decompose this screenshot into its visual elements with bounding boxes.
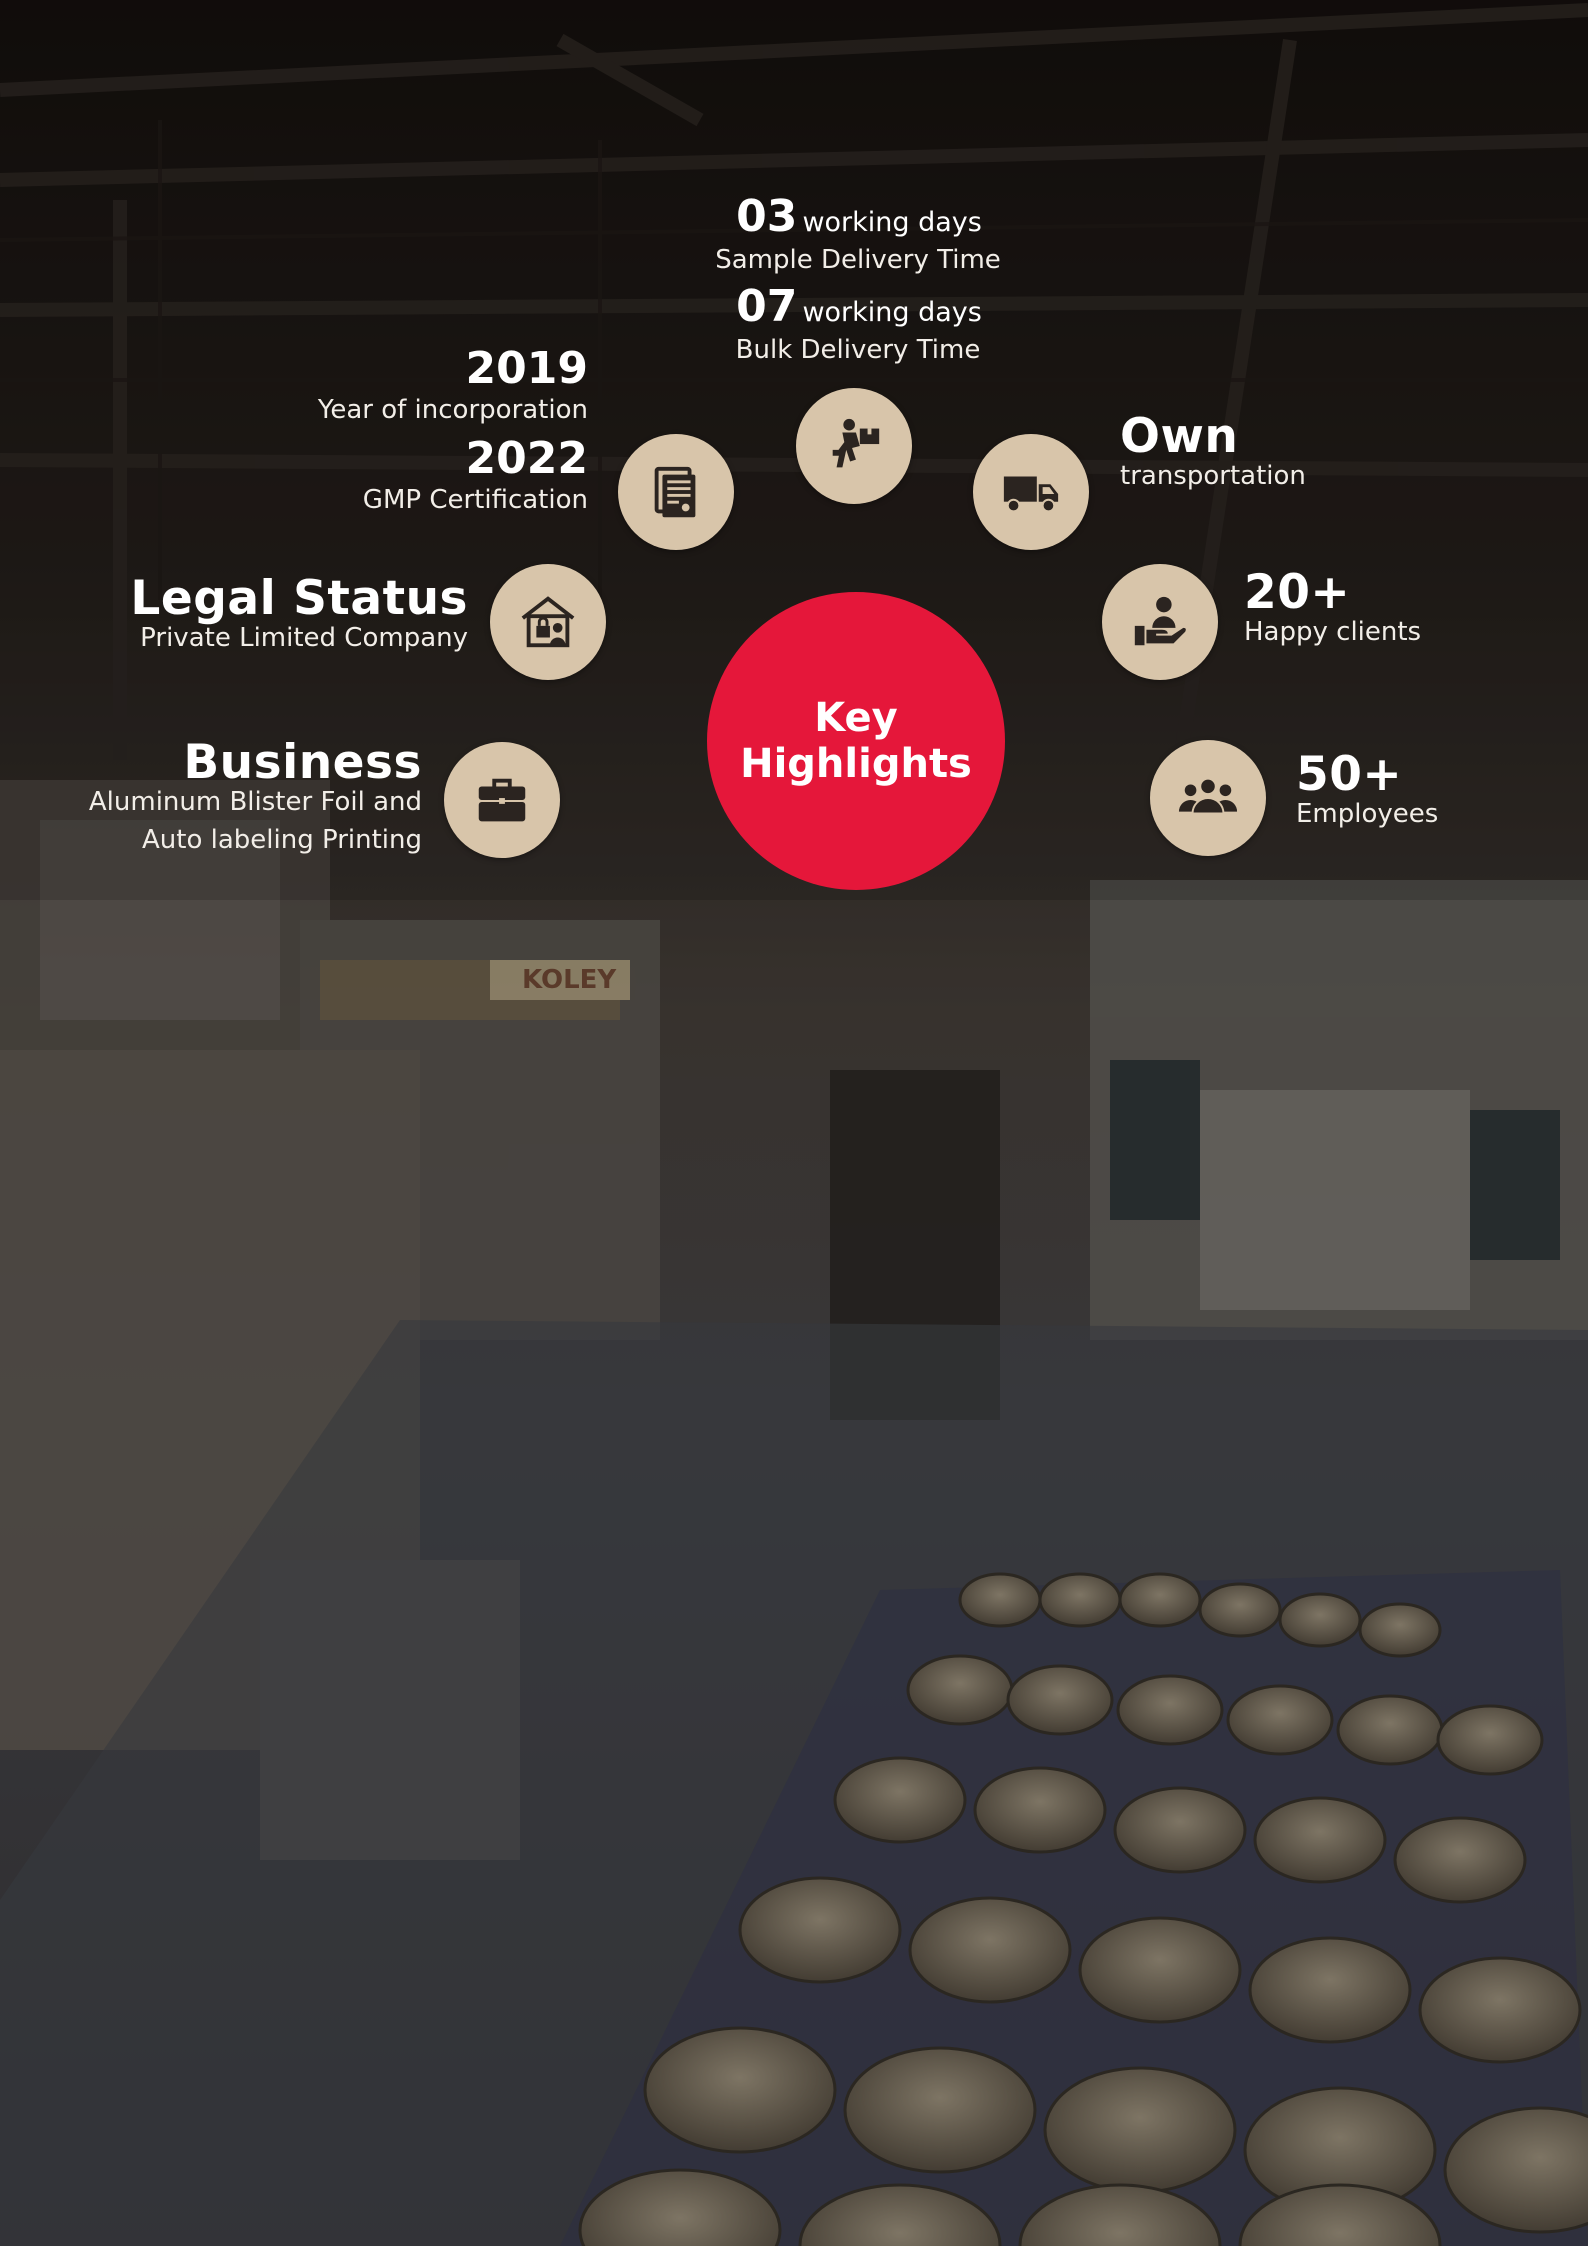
employees-icon	[1150, 740, 1266, 856]
sample-delivery-unit: working days	[802, 207, 982, 238]
truck-icon	[973, 434, 1089, 550]
transport-label: transportation	[1120, 461, 1306, 491]
sample-delivery: 03 working days	[716, 191, 1002, 243]
delivery-icon	[796, 388, 912, 504]
sample-delivery-value: 03	[736, 191, 798, 242]
legal-status-title: Legal Status	[130, 571, 468, 626]
machine-brand-label: KOLEY	[522, 965, 617, 995]
business-title: Business	[183, 735, 422, 790]
business-label-line2: Auto labeling Printing	[142, 825, 422, 855]
employees-label: Employees	[1296, 799, 1439, 829]
employees-count: 50+	[1296, 747, 1403, 802]
bulk-delivery-unit: working days	[802, 297, 982, 328]
key-highlights-line1: Key	[814, 695, 898, 741]
transport-title: Own	[1120, 409, 1239, 464]
sample-delivery-label: Sample Delivery Time	[715, 245, 1001, 275]
key-highlights-line2: Highlights	[740, 741, 972, 787]
document-icon	[618, 434, 734, 550]
gmp-year: 2022	[465, 433, 588, 484]
business-label-line1: Aluminum Blister Foil and	[88, 787, 422, 817]
clients-icon	[1102, 564, 1218, 680]
clients-count: 20+	[1244, 565, 1351, 620]
bulk-delivery-value: 07	[736, 281, 798, 332]
briefcase-icon	[444, 742, 560, 858]
incorporation-label: Year of incorporation	[317, 395, 588, 425]
incorporation-year: 2019	[465, 343, 588, 394]
key-highlights-badge: Key Highlights	[707, 592, 1005, 890]
bulk-delivery: 07 working days	[716, 281, 1002, 333]
legal-icon	[490, 564, 606, 680]
clients-label: Happy clients	[1244, 617, 1422, 647]
bulk-delivery-label: Bulk Delivery Time	[735, 335, 981, 365]
legal-status-label: Private Limited Company	[140, 623, 468, 653]
gmp-label: GMP Certification	[362, 485, 588, 515]
